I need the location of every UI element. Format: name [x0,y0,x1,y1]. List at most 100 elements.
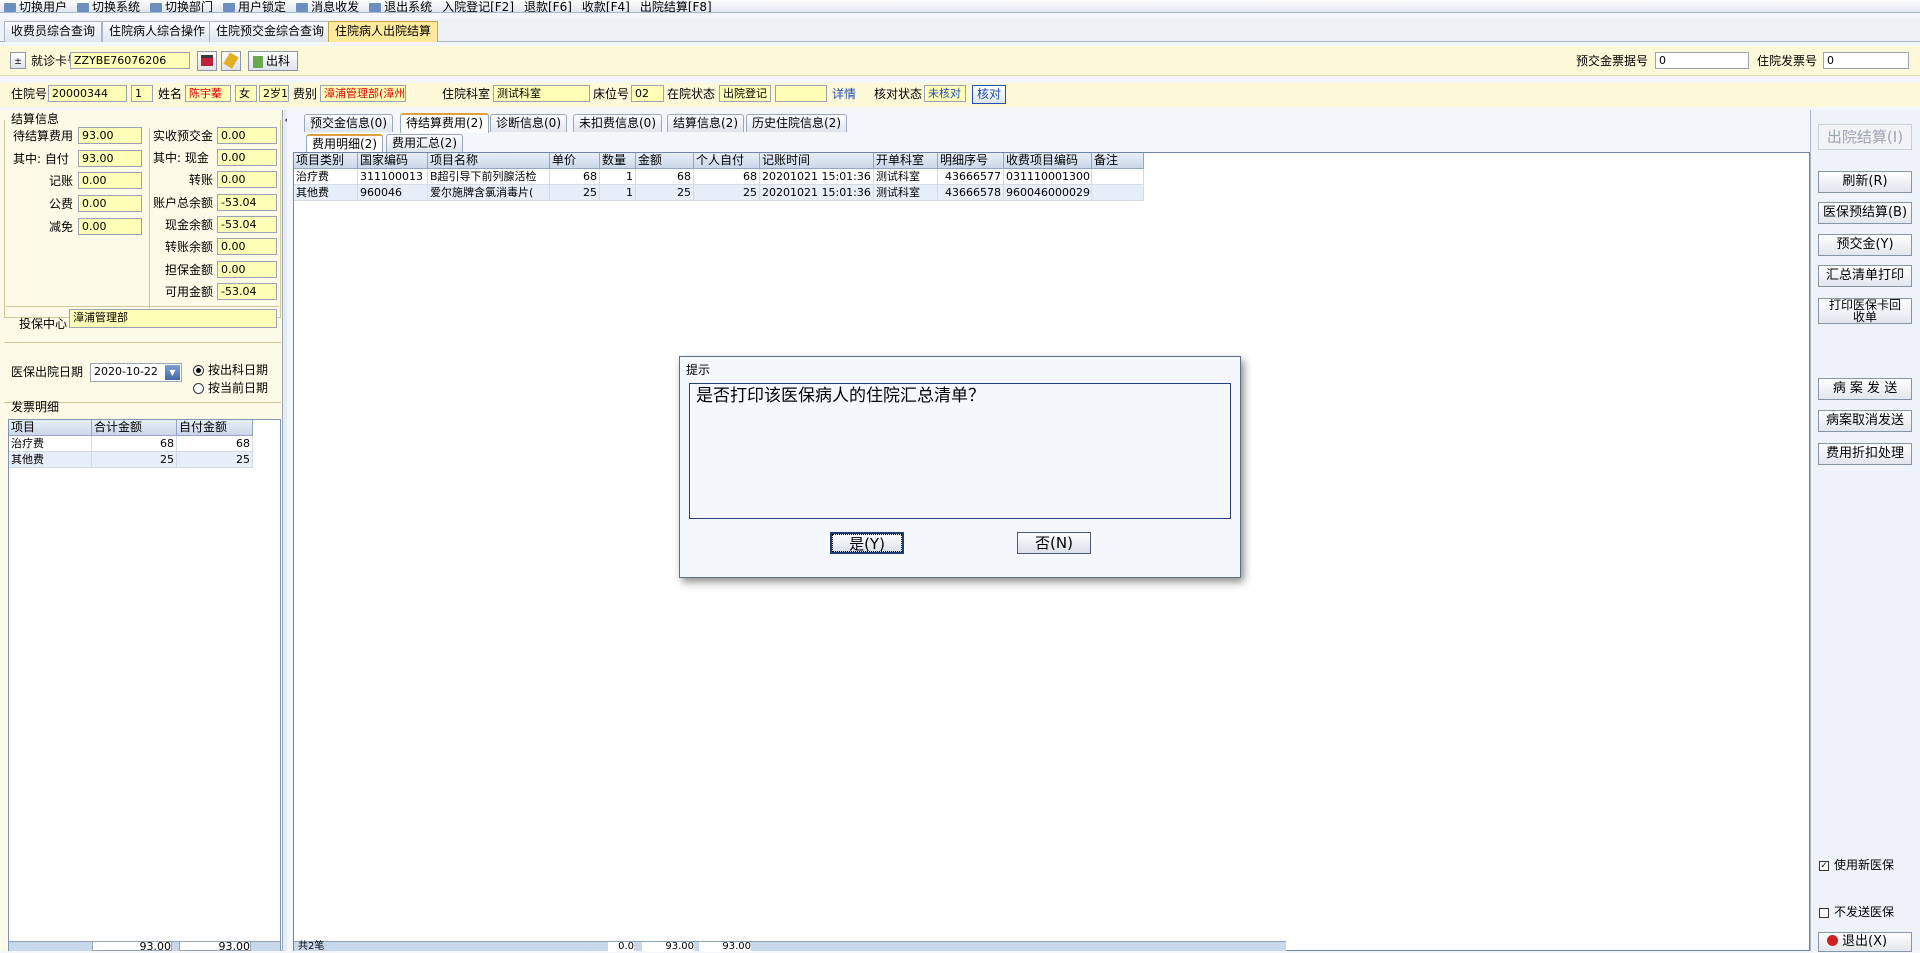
prepay-button[interactable]: 预交金(Y) [1818,234,1912,256]
detail-cell[interactable]: 960046 [358,185,428,201]
tab-cashier-query[interactable]: 收费员综合查询 [4,21,103,42]
case-cancel-send-button[interactable]: 病案取消发送 [1818,410,1912,432]
detail-cell[interactable]: 68 [694,169,760,185]
menu-item[interactable]: 用户锁定 [223,1,286,12]
detail-cell[interactable]: 其他费 [294,185,358,201]
fee-discount-button[interactable]: 费用折扣处理 [1818,443,1912,465]
menu-item[interactable]: 切换系统 [77,1,140,12]
detail-cell[interactable]: 960046000029 [1004,185,1092,201]
detail-cell[interactable]: 25 [636,185,694,201]
dialog-no-button[interactable]: 否(N) [1017,532,1091,554]
radio-out-dept-date[interactable] [193,365,204,376]
transfer-bal-value: 0.00 [217,238,277,255]
refresh-button[interactable]: 刷新(R) [1818,171,1912,193]
tab-unpaid[interactable]: 未扣费信息(0) [573,114,662,132]
invoice-cell[interactable]: 68 [177,436,253,452]
out-dept-button[interactable]: 出科 [248,51,298,71]
detail-cell[interactable] [1092,185,1144,201]
detail-cell[interactable]: 20201021 15:01:36 [760,185,874,201]
detail-cell[interactable]: 测试科室 [874,169,938,185]
card-no-input[interactable]: ZZYBE76076206 [70,52,190,69]
no-send-insurance-checkbox[interactable] [1819,908,1829,918]
prepay-no-input[interactable]: 0 [1655,52,1749,69]
detail-cell[interactable]: 68 [550,169,600,185]
inpatient-no-input[interactable]: 20000344 [48,85,127,102]
detail-link[interactable]: 详情 [832,87,856,102]
tab-history[interactable]: 历史住院信息(2) [746,114,847,132]
detail-cell[interactable]: 311100013 [358,169,428,185]
clear-broom-icon[interactable] [221,51,241,71]
tab-settle-info[interactable]: 结算信息(2) [667,114,744,132]
invoice-header-total[interactable]: 合计金额 [92,420,177,436]
detail-cell[interactable]: B超引导下前列腺活检 [428,169,550,185]
invoice-header-item[interactable]: 项目 [9,420,92,436]
dialog-yes-button[interactable]: 是(Y) [830,532,904,554]
prepay-label: 实收预交金 [153,129,214,143]
tab-discharge-settlement[interactable]: 住院病人出院结算 [328,21,439,42]
detail-header-cell[interactable]: 国家编码 [358,153,428,169]
check-button[interactable]: 核对 [972,85,1007,104]
menu-item[interactable]: 退款[F6] [524,1,572,12]
chevron-down-icon[interactable]: ▼ [165,365,180,380]
radio-current-date[interactable] [193,383,204,394]
exit-button[interactable]: 退出(X) [1818,932,1912,952]
detail-header-cell[interactable]: 明细序号 [938,153,1004,169]
tab-prepay-query[interactable]: 住院预交金综合查询 [209,21,332,42]
invoice-cell[interactable]: 25 [177,452,253,468]
detail-cell[interactable]: 43666577 [938,169,1004,185]
invoice-cell[interactable]: 治疗费 [9,436,92,452]
detail-cell[interactable]: 1 [600,169,636,185]
tab-prepay-info[interactable]: 预交金信息(0) [304,114,393,132]
subtab-fee-summary[interactable]: 费用汇总(2) [386,134,463,152]
tab-diagnosis[interactable]: 诊断信息(0) [490,114,567,132]
detail-cell[interactable]: 1 [600,185,636,201]
detail-cell[interactable]: 测试科室 [874,185,938,201]
invoice-cell[interactable]: 其他费 [9,452,92,468]
insurance-presettle-button[interactable]: 医保预结算(B) [1818,202,1912,224]
detail-header-cell[interactable]: 项目类别 [294,153,358,169]
detail-cell[interactable]: 25 [550,185,600,201]
tab-pending-fees[interactable]: 待结算费用(2) [400,113,489,133]
collapse-icon[interactable]: ± [10,52,26,69]
menu-item[interactable]: 切换部门 [150,1,213,12]
detail-header-cell[interactable]: 开单科室 [874,153,938,169]
detail-cell[interactable] [1092,169,1144,185]
detail-header-cell[interactable]: 个人自付 [694,153,760,169]
subtab-fee-detail[interactable]: 费用明细(2) [306,134,383,152]
detail-header-cell[interactable]: 收费项目编码 [1004,153,1092,169]
admission-times-input[interactable]: 1 [131,85,153,102]
menu-item[interactable]: 收款[F4] [582,1,630,12]
detail-cell[interactable]: 治疗费 [294,169,358,185]
case-send-button[interactable]: 病 案 发 送 [1818,378,1912,400]
detail-header-cell[interactable]: 记账时间 [760,153,874,169]
detail-cell[interactable]: 20201021 15:01:36 [760,169,874,185]
fee-type: 漳浦管理部(漳州 [320,85,406,102]
print-card-return-button[interactable]: 打印医保卡回收单 [1818,298,1912,324]
menu-item[interactable]: 入院登记[F2] [442,1,514,12]
menu-icon [223,3,236,12]
detail-cell[interactable]: 43666578 [938,185,1004,201]
use-new-insurance-checkbox[interactable]: ✓ [1819,861,1829,871]
detail-header-cell[interactable]: 金额 [636,153,694,169]
detail-cell[interactable]: 25 [694,185,760,201]
detail-cell[interactable]: 031110001300 [1004,169,1092,185]
menu-item[interactable]: 消息收发 [296,1,359,12]
no-send-insurance-label: 不发送医保 [1834,905,1895,919]
invoice-header-selfpay[interactable]: 自付金额 [177,420,253,436]
summary-print-button[interactable]: 汇总清单打印 [1818,265,1912,287]
invoice-cell[interactable]: 68 [92,436,177,452]
invoice-no-input[interactable]: 0 [1823,52,1909,69]
detail-cell[interactable]: 爱尔施牌含氯消毒片( [428,185,550,201]
detail-header-cell[interactable]: 备注 [1092,153,1144,169]
card-reader-icon[interactable] [197,51,217,71]
invoice-cell[interactable]: 25 [92,452,177,468]
detail-header-cell[interactable]: 项目名称 [428,153,550,169]
detail-cell[interactable]: 68 [636,169,694,185]
menu-item[interactable]: 退出系统 [369,1,432,12]
discharge-settle-button[interactable]: 出院结算(I) [1818,124,1912,150]
detail-header-cell[interactable]: 单价 [550,153,600,169]
menu-item[interactable]: 出院结算[F8] [640,1,712,12]
tab-inpatient-ops[interactable]: 住院病人综合操作 [102,21,213,42]
menu-item[interactable]: 切换用户 [4,1,67,12]
detail-header-cell[interactable]: 数量 [600,153,636,169]
